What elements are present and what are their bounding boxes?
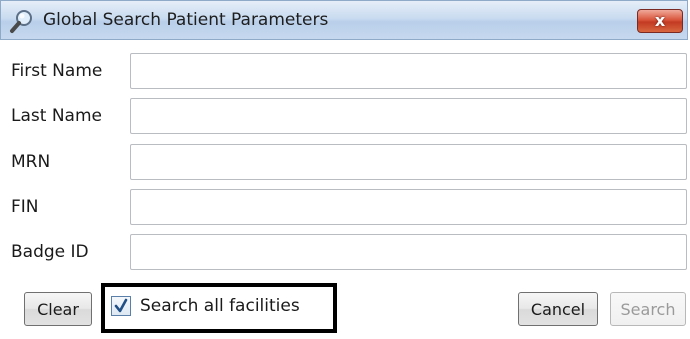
last-name-label: Last Name bbox=[11, 106, 102, 126]
search-all-facilities-checkbox[interactable] bbox=[111, 296, 131, 316]
mrn-input[interactable] bbox=[130, 144, 687, 180]
badge-id-row: Badge ID bbox=[0, 234, 690, 270]
fin-label: FIN bbox=[11, 197, 39, 217]
fin-row: FIN bbox=[0, 189, 690, 225]
title-bar[interactable]: Global Search Patient Parameters x bbox=[0, 0, 688, 40]
first-name-input[interactable] bbox=[130, 53, 687, 89]
mrn-row: MRN bbox=[0, 144, 690, 180]
close-button[interactable]: x bbox=[637, 9, 683, 33]
close-icon: x bbox=[654, 11, 666, 30]
dialog-title: Global Search Patient Parameters bbox=[43, 10, 329, 30]
badge-id-label: Badge ID bbox=[11, 242, 89, 262]
last-name-row: Last Name bbox=[0, 98, 690, 134]
search-all-facilities-label: Search all facilities bbox=[140, 296, 300, 316]
badge-id-input[interactable] bbox=[130, 234, 687, 270]
fin-input[interactable] bbox=[130, 189, 687, 225]
clear-button[interactable]: Clear bbox=[24, 292, 92, 326]
cancel-button[interactable]: Cancel bbox=[518, 292, 598, 326]
search-dialog: Global Search Patient Parameters x First… bbox=[0, 0, 690, 339]
search-button[interactable]: Search bbox=[610, 292, 686, 326]
first-name-label: First Name bbox=[11, 61, 103, 81]
checkmark-icon bbox=[114, 298, 128, 313]
mrn-label: MRN bbox=[11, 152, 51, 172]
magnifier-icon bbox=[9, 8, 35, 34]
last-name-input[interactable] bbox=[130, 98, 687, 134]
first-name-row: First Name bbox=[0, 53, 690, 89]
